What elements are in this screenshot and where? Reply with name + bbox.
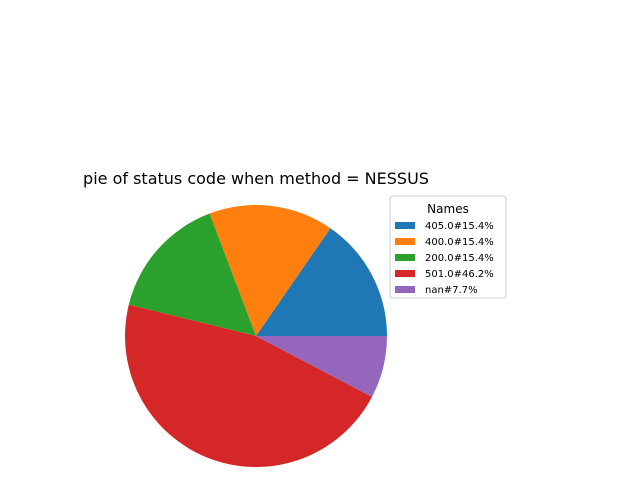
legend-swatch-0 bbox=[395, 222, 415, 229]
legend-swatch-1 bbox=[395, 238, 415, 245]
pie-chart: pie of status code when method = NESSUS … bbox=[83, 169, 507, 468]
legend-swatch-4 bbox=[395, 286, 415, 293]
pie-slices bbox=[125, 205, 388, 468]
legend-label-0: 405.0#15.4% bbox=[425, 221, 494, 232]
legend: Names 405.0#15.4% 400.0#15.4% 200.0#15.4% 5… bbox=[389, 195, 507, 299]
legend-label-3: 501.0#46.2% bbox=[425, 269, 494, 280]
legend-label-1: 400.0#15.4% bbox=[425, 237, 494, 248]
legend-swatch-3 bbox=[395, 270, 415, 277]
legend-swatch-2 bbox=[395, 254, 415, 261]
legend-label-4: nan#7.7% bbox=[425, 285, 478, 296]
legend-label-2: 200.0#15.4% bbox=[425, 253, 494, 264]
chart-title: pie of status code when method = NESSUS bbox=[83, 169, 429, 188]
legend-title: Names bbox=[427, 202, 469, 216]
